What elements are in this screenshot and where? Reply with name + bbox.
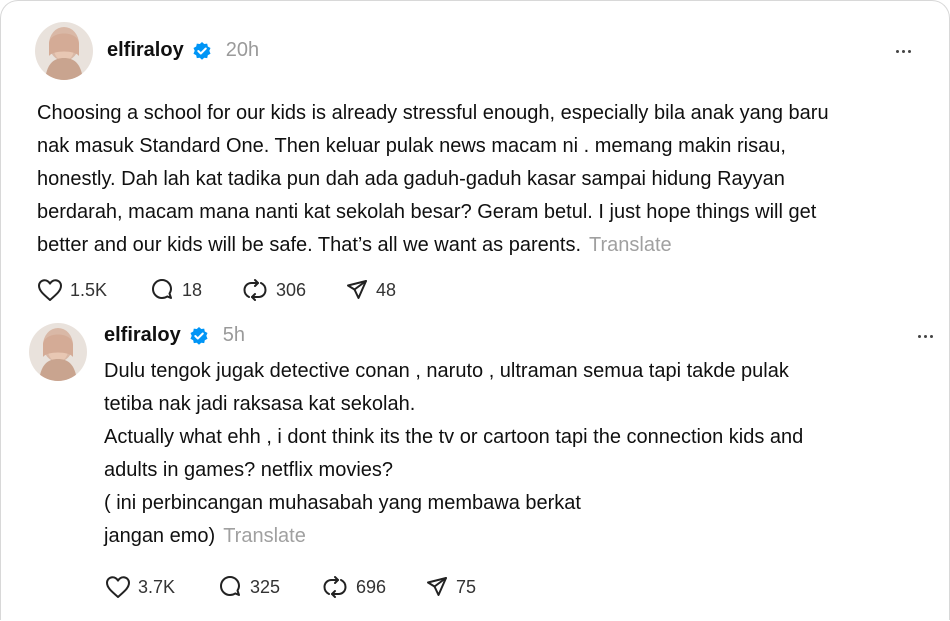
- heart-icon: [105, 575, 131, 599]
- post-text: Dulu tengok jugak detective conan , naru…: [104, 355, 803, 553]
- post-text-line: better and our kids will be safe. That’s…: [37, 234, 581, 256]
- username[interactable]: elfiraloy: [104, 324, 181, 347]
- post-time[interactable]: 20h: [226, 39, 259, 62]
- more-options-icon[interactable]: [911, 326, 939, 346]
- translate-link[interactable]: Translate: [223, 525, 306, 547]
- repost-icon: [241, 278, 269, 302]
- post-text-line: jangan emo): [104, 525, 216, 547]
- action-bar: 3.7K 325 696 75: [105, 575, 505, 599]
- share-icon: [345, 278, 369, 302]
- repost-icon: [321, 575, 349, 599]
- post-time[interactable]: 5h: [223, 324, 245, 347]
- post-text-line: Dulu tengok jugak detective conan , naru…: [104, 360, 789, 382]
- like-button[interactable]: 1.5K: [37, 278, 149, 302]
- action-bar: 1.5K 18 306 48: [37, 278, 425, 302]
- reply-count: 18: [182, 279, 203, 300]
- share-count: 48: [376, 279, 397, 300]
- more-options-icon[interactable]: [889, 41, 917, 61]
- post-text-line: Choosing a school for our kids is alread…: [37, 102, 829, 124]
- share-button[interactable]: 75: [425, 575, 505, 599]
- repost-count: 696: [356, 576, 387, 597]
- post-text-line: tetiba nak jadi raksasa kat sekolah.: [104, 393, 416, 415]
- like-count: 1.5K: [70, 279, 108, 300]
- reply-button[interactable]: 325: [217, 575, 321, 599]
- translate-link[interactable]: Translate: [589, 234, 672, 256]
- comment-icon: [217, 575, 243, 599]
- post: elfiraloy 5h Dulu tengok jugak detective…: [1, 311, 950, 621]
- verified-badge-icon: [189, 326, 209, 346]
- reply-count: 325: [250, 576, 281, 597]
- reply-button[interactable]: 18: [149, 278, 241, 302]
- post-text: Choosing a school for our kids is alread…: [37, 97, 829, 262]
- like-button[interactable]: 3.7K: [105, 575, 217, 599]
- comment-icon: [149, 278, 175, 302]
- share-icon: [425, 575, 449, 599]
- post-text-line: nak masuk Standard One. Then keluar pula…: [37, 135, 786, 157]
- post: elfiraloy 20h Choosing a school for our …: [1, 1, 950, 311]
- repost-button[interactable]: 696: [321, 575, 425, 599]
- post-text-line: adults in games? netflix movies?: [104, 459, 394, 481]
- repost-count: 306: [276, 279, 307, 300]
- post-text-line: Actually what ehh , i dont think its the…: [104, 426, 804, 448]
- post-text-line: honestly. Dah lah kat tadika pun dah ada…: [37, 168, 785, 190]
- repost-button[interactable]: 306: [241, 278, 345, 302]
- username[interactable]: elfiraloy: [107, 39, 184, 62]
- post-text-line: ( ini perbincangan muhasabah yang membaw…: [104, 492, 581, 514]
- post-text-line: berdarah, macam mana nanti kat sekolah b…: [37, 201, 817, 223]
- like-count: 3.7K: [138, 576, 176, 597]
- thread-container: elfiraloy 20h Choosing a school for our …: [0, 0, 950, 620]
- verified-badge-icon: [192, 41, 212, 61]
- avatar[interactable]: [35, 22, 93, 80]
- share-count: 75: [456, 576, 477, 597]
- avatar[interactable]: [29, 323, 87, 381]
- share-button[interactable]: 48: [345, 278, 425, 302]
- heart-icon: [37, 278, 63, 302]
